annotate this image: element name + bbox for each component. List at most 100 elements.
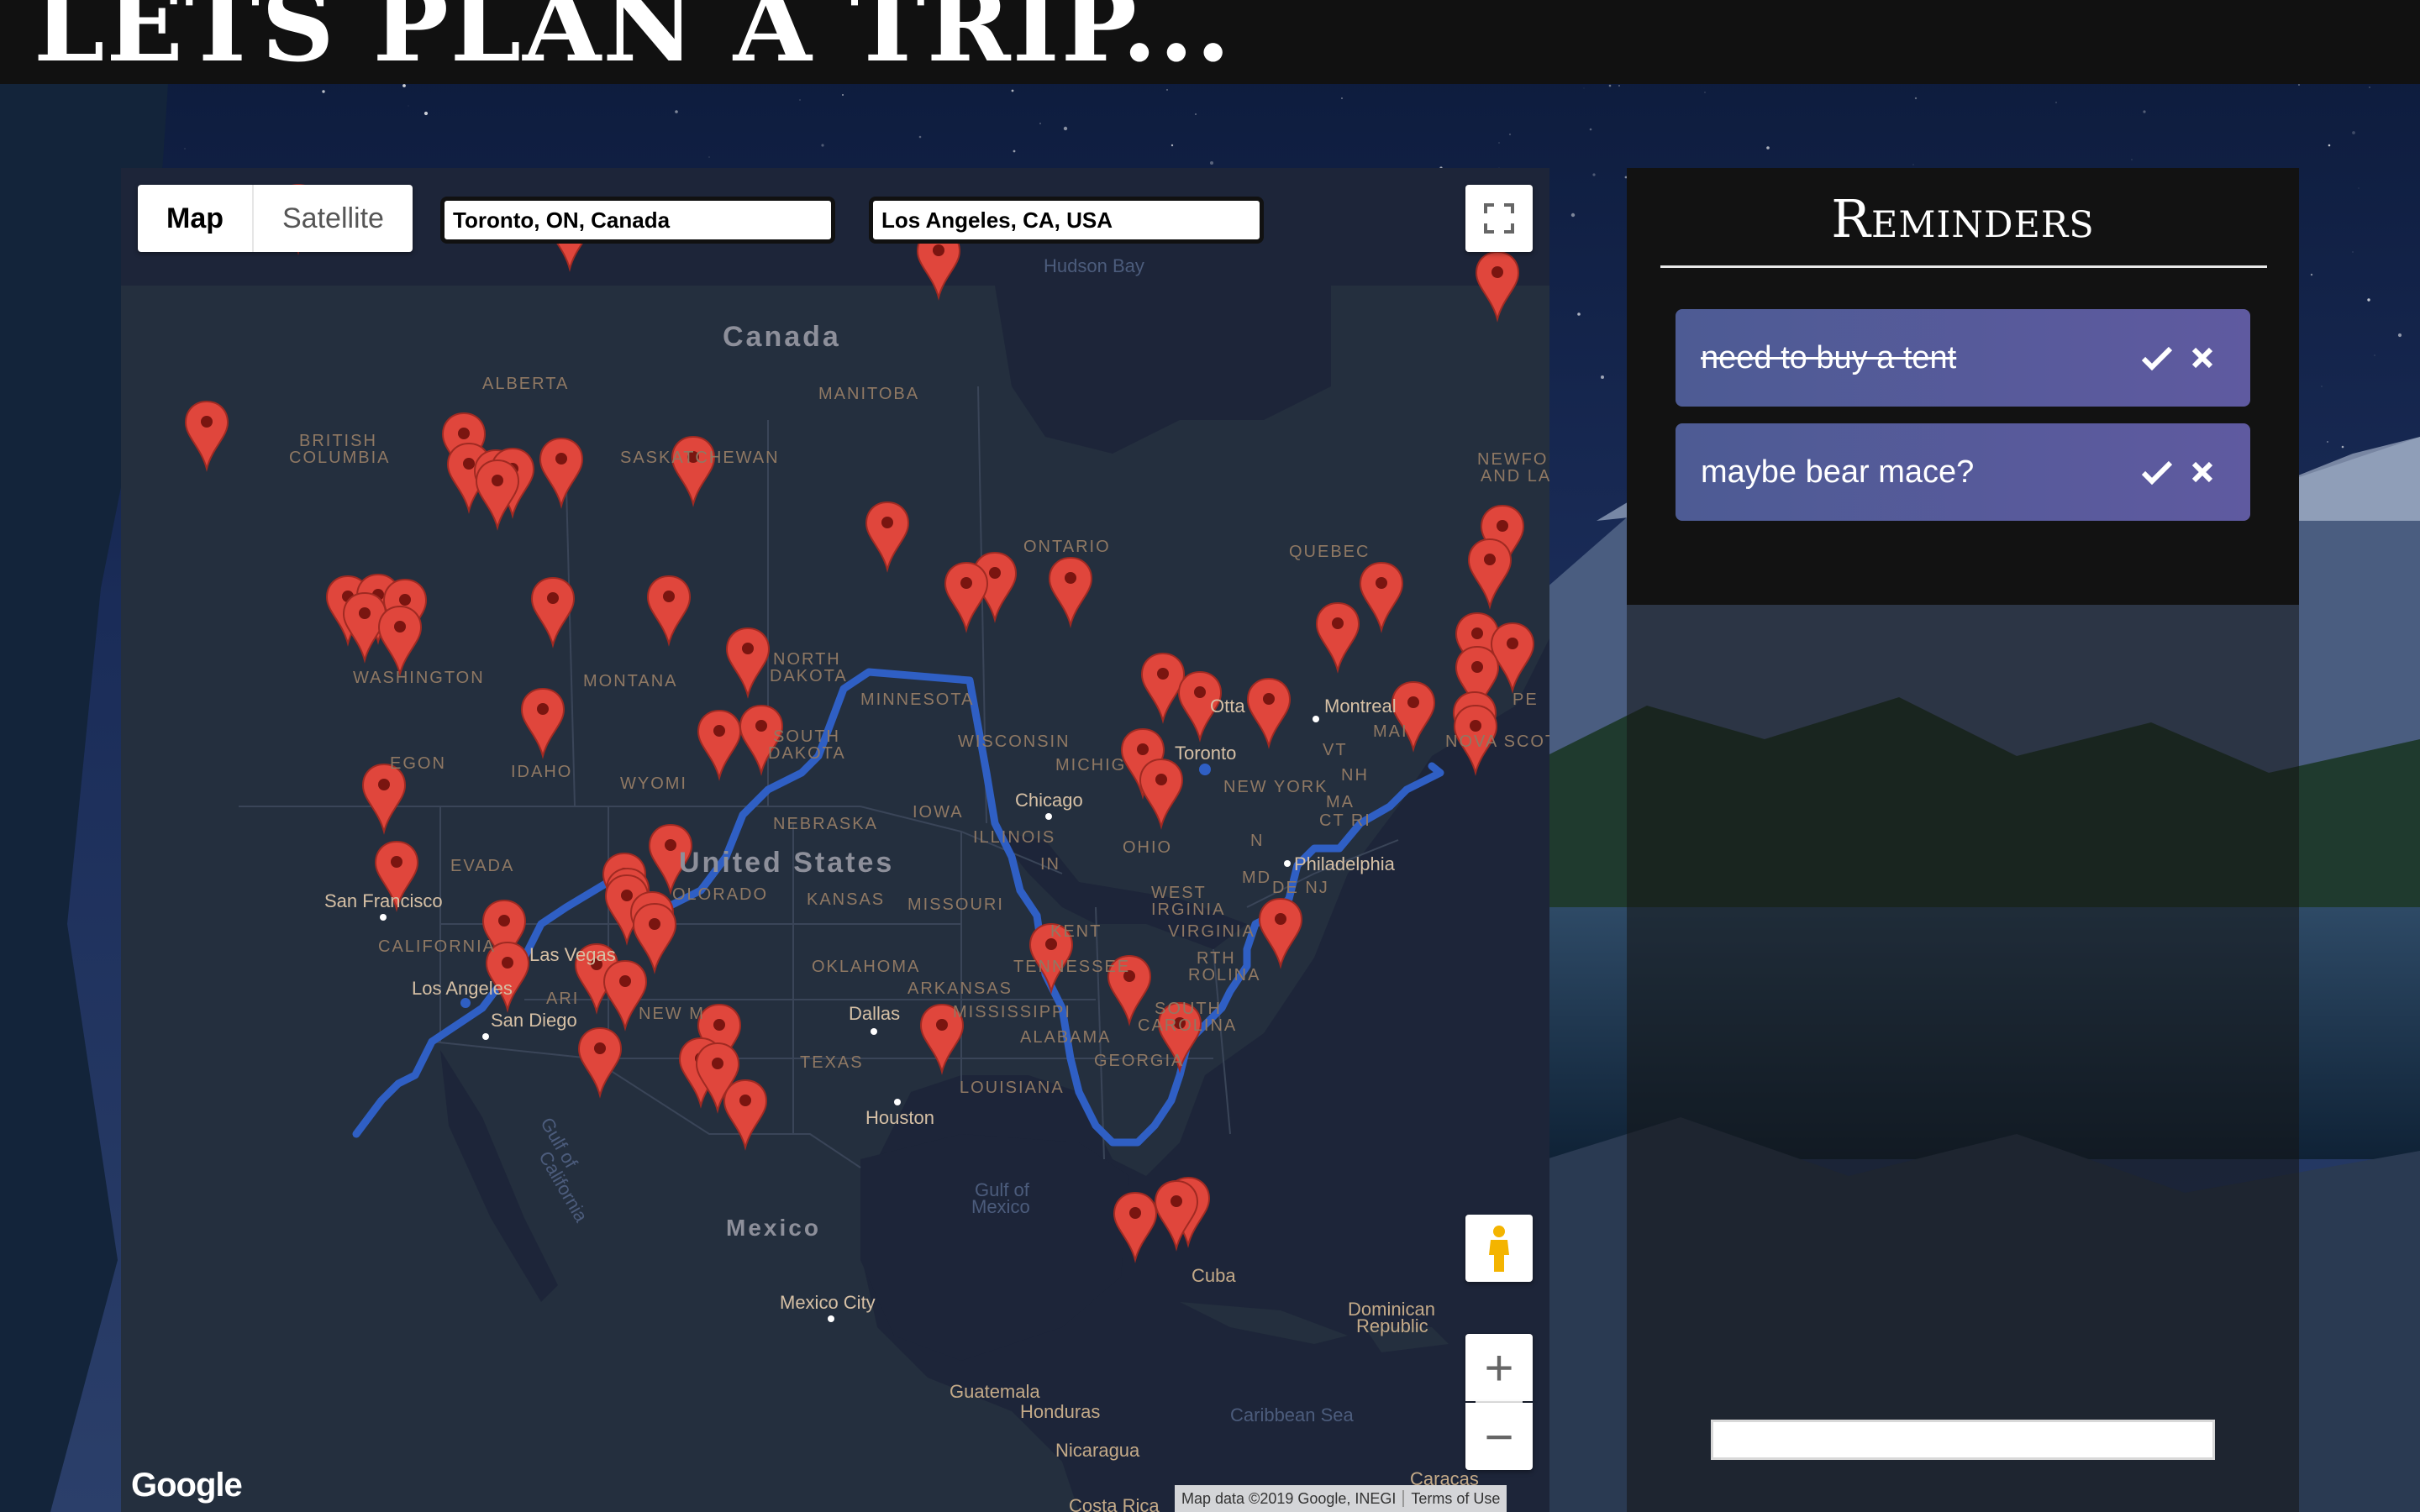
label-arizona: ARI — [546, 990, 580, 1008]
map-attribution: Map data ©2019 Google, INEGI Terms of Use — [1175, 1485, 1507, 1512]
label-illinois: ILLINOIS — [973, 828, 1056, 847]
label-n: N — [1250, 832, 1265, 850]
label-california: CALIFORNIA — [378, 937, 497, 956]
map-type-map-button[interactable]: Map — [138, 185, 252, 252]
reminder-text: maybe bear mace? — [1701, 454, 1975, 490]
fullscreen-icon — [1484, 203, 1514, 234]
label-irginia: IRGINIA — [1151, 900, 1226, 919]
label-nicaragua: Nicaragua — [1055, 1440, 1140, 1461]
city-montreal: Montreal — [1324, 696, 1397, 717]
terms-of-use-link[interactable]: Terms of Use — [1402, 1490, 1501, 1507]
label-nh: NH — [1341, 766, 1369, 785]
label-new-mexico: NEW M — [639, 1005, 705, 1023]
zoom-in-button[interactable]: + — [1465, 1334, 1533, 1401]
label-saskatchewan: SASKATCHEWAN — [620, 449, 780, 467]
fullscreen-button[interactable] — [1465, 185, 1533, 252]
city-chicago: Chicago — [1015, 790, 1083, 811]
label-washington: WASHINGTON — [353, 669, 485, 687]
reminder-item: maybe bear mace? — [1676, 423, 2250, 521]
city-ottawa: Otta — [1210, 696, 1245, 717]
label-manitoba: MANITOBA — [818, 385, 920, 403]
map-type-satellite-button[interactable]: Satellite — [254, 185, 413, 252]
trip-map[interactable]: Canada United States Mexico Hudson Bay A… — [121, 168, 1549, 1512]
complete-button[interactable] — [2134, 449, 2180, 495]
label-nevada: EVADA — [450, 857, 515, 875]
label-oklahoma: OKLAHOMA — [812, 958, 921, 976]
label-pei: PE — [1512, 690, 1539, 709]
label-michigan: MICHIG — [1055, 756, 1127, 774]
label-cuba: Cuba — [1192, 1265, 1236, 1286]
label-dakota-2: DAKOTA — [768, 744, 846, 763]
reminder-text: need to buy a tent — [1701, 339, 1957, 375]
label-tennessee: TENNESSEE — [1013, 958, 1131, 976]
reminders-divider — [1660, 265, 2267, 268]
label-united-states: United States — [679, 847, 895, 879]
city-las-vegas: Las Vegas — [529, 944, 616, 965]
street-view-button[interactable] — [1465, 1215, 1533, 1282]
city-dallas: Dallas — [849, 1003, 901, 1024]
label-indiana: IN — [1040, 855, 1060, 874]
label-alabama: ALABAMA — [1020, 1028, 1112, 1047]
new-reminder-input[interactable] — [1711, 1420, 2215, 1460]
label-alberta: ALBERTA — [482, 375, 570, 393]
label-vt: VT — [1323, 741, 1348, 759]
label-nebraska: NEBRASKA — [773, 815, 878, 833]
label-caribbean-sea: Caribbean Sea — [1230, 1404, 1354, 1425]
label-canada: Canada — [723, 321, 841, 353]
label-georgia: GEORGIA — [1094, 1052, 1185, 1070]
reminders-panel: Reminders need to buy a tent maybe bear … — [1627, 168, 2299, 1512]
label-costa-rica: Costa Rica — [1069, 1495, 1160, 1512]
label-south-carolina-2: CAROLINA — [1138, 1016, 1238, 1035]
label-new-york: NEW YORK — [1223, 778, 1328, 796]
reminders-title: Reminders — [1831, 188, 2095, 249]
label-ohio: OHIO — [1123, 838, 1173, 857]
pegman-icon — [1489, 1226, 1509, 1272]
page-title: LETS PLAN A TRIP... — [34, 0, 1233, 84]
label-de-nj: DE NJ — [1272, 879, 1329, 897]
route-start-dot — [1199, 764, 1211, 775]
label-kansas: KANSAS — [807, 890, 886, 909]
label-colorado: OLORADO — [672, 885, 769, 904]
label-ontario: ONTARIO — [1023, 538, 1111, 556]
label-ct-ri: CT RI — [1319, 811, 1371, 830]
label-maine: MAI — [1373, 722, 1408, 741]
label-arkansas: ARKANSAS — [908, 979, 1013, 998]
label-md: MD — [1242, 869, 1272, 887]
label-nova-scotia: NOVA SCOT — [1445, 732, 1549, 751]
label-gulf-of-mexico-2: Mexico — [971, 1196, 1030, 1217]
check-icon — [2141, 460, 2173, 485]
delete-button[interactable] — [2180, 335, 2225, 381]
city-toronto: Toronto — [1175, 743, 1237, 764]
label-mississippi: MISSISSIPPI — [953, 1003, 1071, 1021]
label-ma: MA — [1326, 793, 1355, 811]
close-icon — [2191, 347, 2213, 369]
label-columbia: COLUMBIA — [289, 449, 391, 467]
complete-button[interactable] — [2134, 335, 2180, 381]
label-dakota: DAKOTA — [770, 667, 848, 685]
check-icon — [2141, 346, 2173, 370]
label-louisiana: LOUISIANA — [960, 1079, 1065, 1097]
label-oregon: EGON — [390, 754, 446, 773]
map-data-attribution: Map data ©2019 Google, INEGI — [1181, 1490, 1397, 1507]
label-montana: MONTANA — [583, 672, 678, 690]
destination-input[interactable]: Los Angeles, CA, USA — [869, 197, 1264, 244]
label-virginia: VIRGINIA — [1168, 922, 1255, 941]
label-wisconsin: WISCONSIN — [958, 732, 1071, 751]
city-san-diego: San Diego — [491, 1010, 577, 1031]
delete-button[interactable] — [2180, 449, 2225, 495]
label-hudson-bay: Hudson Bay — [1044, 255, 1144, 276]
city-mexico-city: Mexico City — [780, 1292, 876, 1313]
label-texas: TEXAS — [800, 1053, 864, 1072]
zoom-out-button[interactable]: − — [1465, 1403, 1533, 1470]
reminder-item: need to buy a tent — [1676, 309, 2250, 407]
city-los-angeles: Los Angeles — [412, 978, 513, 999]
city-san-francisco: San Francisco — [324, 890, 443, 911]
app-header: LETS PLAN A TRIP... — [0, 0, 2420, 84]
google-logo: Google — [131, 1467, 243, 1504]
label-iowa: IOWA — [913, 803, 964, 822]
label-kentucky: KENT — [1050, 922, 1102, 941]
origin-input[interactable]: Toronto, ON, Canada — [440, 197, 835, 244]
close-icon — [2191, 461, 2213, 483]
label-idaho: IDAHO — [511, 763, 573, 781]
label-wyoming: WYOMI — [620, 774, 687, 793]
